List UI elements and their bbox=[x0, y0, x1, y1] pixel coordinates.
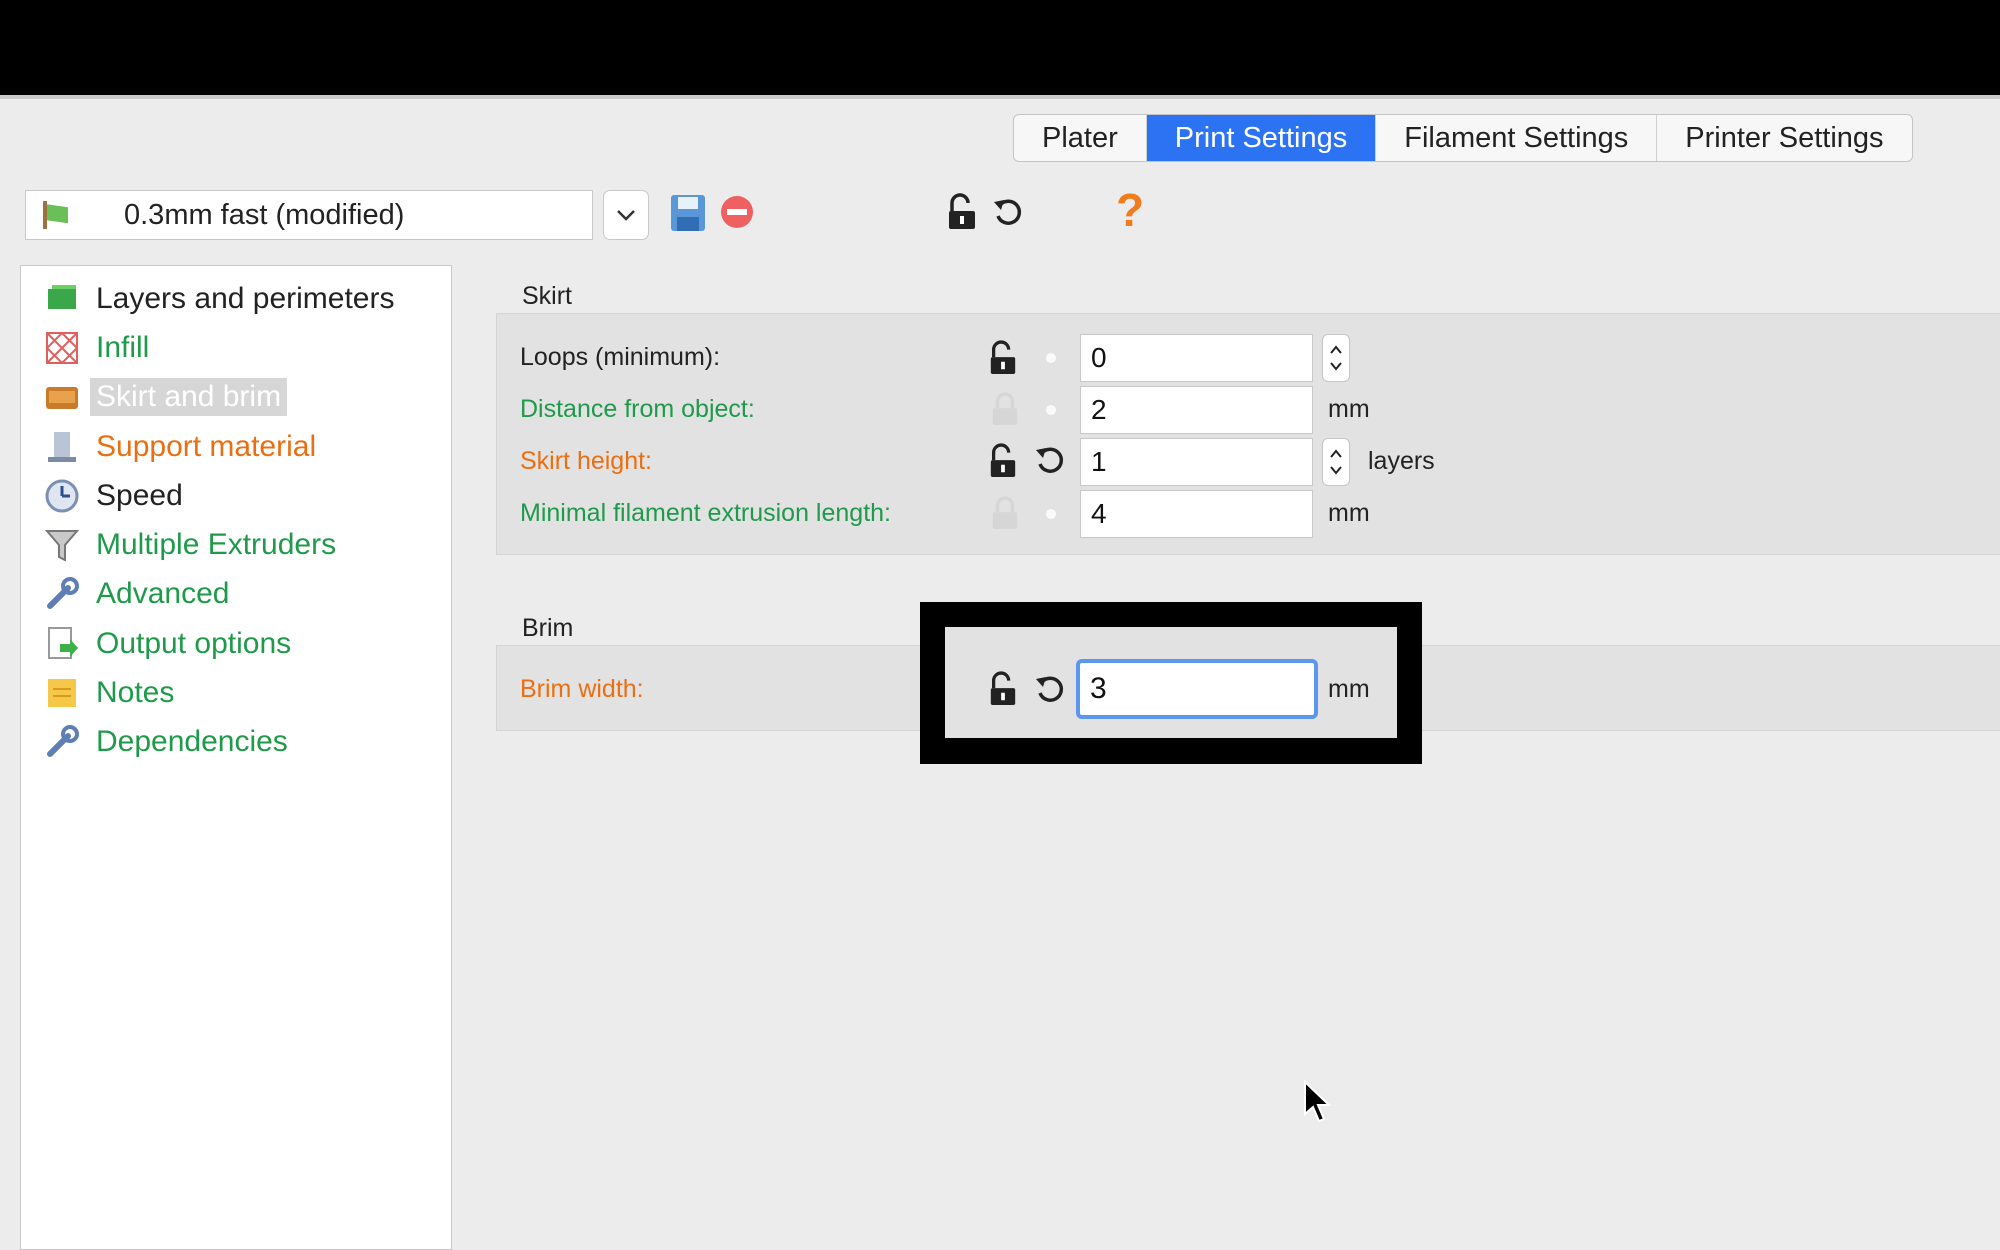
undo-arrow-icon bbox=[994, 199, 1022, 225]
layers-icon bbox=[48, 285, 76, 309]
sidebar-item-infill[interactable]: Infill bbox=[44, 326, 155, 370]
sidebar-item-multiple-extruders[interactable]: Multiple Extruders bbox=[44, 523, 342, 567]
support-icon bbox=[48, 432, 76, 462]
delete-preset-button[interactable] bbox=[718, 193, 756, 231]
infill-icon bbox=[45, 331, 79, 365]
sidebar-item-support-material[interactable]: Support material bbox=[44, 425, 322, 469]
tab-filament-settings[interactable]: Filament Settings bbox=[1376, 115, 1658, 161]
sidebar-item-layers-and-perimeters[interactable]: Layers and perimeters bbox=[44, 277, 400, 321]
unlocked-icon bbox=[990, 671, 1016, 705]
loops-minimum-input[interactable]: 0 bbox=[1080, 334, 1313, 382]
spinner-arrows-icon bbox=[1330, 345, 1342, 371]
output-icon bbox=[48, 627, 78, 659]
minimal-extrusion-length-input[interactable]: 4 bbox=[1080, 490, 1313, 538]
skirt-height-reset-button[interactable] bbox=[1034, 444, 1066, 481]
sidebar-item-label: Layers and perimeters bbox=[96, 282, 395, 315]
undo-arrow-icon bbox=[1036, 447, 1064, 473]
sidebar-item-advanced[interactable]: Advanced bbox=[44, 572, 235, 616]
sidebar-item-label: Support material bbox=[96, 430, 317, 463]
brim-group-title: Brim bbox=[522, 614, 574, 642]
main-tab-bar: Plater Print Settings Filament Settings … bbox=[1013, 114, 1913, 162]
sidebar-item-label: Speed bbox=[96, 479, 183, 512]
extrusion-length-unit: mm bbox=[1328, 499, 1370, 527]
window-top-edge bbox=[0, 95, 2000, 99]
sidebar-item-label: Advanced bbox=[96, 577, 230, 610]
sidebar-item-label: Dependencies bbox=[96, 725, 288, 758]
speed-icon bbox=[45, 479, 79, 513]
loops-spinner[interactable] bbox=[1322, 334, 1350, 382]
sidebar-item-dependencies[interactable]: Dependencies bbox=[44, 720, 294, 764]
tab-printer-settings[interactable]: Printer Settings bbox=[1657, 115, 1911, 161]
preset-name: 0.3mm fast (modified) bbox=[124, 198, 405, 231]
loops-lock-button[interactable] bbox=[988, 340, 1018, 381]
notes-icon bbox=[48, 679, 76, 707]
wrench-icon bbox=[47, 725, 79, 757]
skirt-height-unit: layers bbox=[1368, 447, 1435, 475]
skirt-group-title: Skirt bbox=[522, 282, 572, 310]
brim-width-reset-button[interactable] bbox=[1034, 673, 1066, 710]
brim-width-input[interactable]: 3 bbox=[1076, 659, 1318, 719]
sidebar-item-label: Multiple Extruders bbox=[96, 528, 337, 561]
brim-width-lock-button[interactable] bbox=[988, 671, 1018, 712]
brim-width-unit: mm bbox=[1328, 675, 1370, 703]
reset-values-button[interactable] bbox=[990, 194, 1026, 230]
save-preset-button[interactable] bbox=[668, 191, 708, 235]
skirt-height-lock-button[interactable] bbox=[988, 443, 1018, 484]
undo-arrow-icon bbox=[1036, 676, 1064, 702]
distance-from-object-label: Distance from object: bbox=[520, 395, 755, 423]
chevron-down-icon bbox=[617, 210, 635, 221]
preset-select[interactable]: 0.3mm fast (modified) bbox=[25, 190, 593, 240]
wrench-icon bbox=[47, 577, 79, 609]
sidebar-item-speed[interactable]: Speed bbox=[44, 474, 189, 518]
loops-minimum-label: Loops (minimum): bbox=[520, 343, 721, 371]
tab-print-settings[interactable]: Print Settings bbox=[1146, 115, 1377, 161]
unlocked-icon bbox=[949, 193, 975, 229]
skirt-height-input[interactable]: 1 bbox=[1080, 438, 1313, 486]
preset-dropdown-button[interactable] bbox=[603, 190, 649, 240]
unlocked-icon bbox=[990, 340, 1016, 374]
spinner-arrows-icon bbox=[1330, 449, 1342, 475]
distance-lock-button[interactable] bbox=[990, 391, 1020, 432]
brim-width-label: Brim width: bbox=[520, 675, 644, 703]
sidebar-item-label: Output options bbox=[96, 627, 292, 660]
distance-value-dot bbox=[1046, 405, 1056, 415]
distance-from-object-input[interactable]: 2 bbox=[1080, 386, 1313, 434]
mouse-pointer-icon bbox=[1304, 1080, 1332, 1123]
sidebar-item-label: Infill bbox=[96, 331, 150, 364]
skirt-height-label: Skirt height: bbox=[520, 447, 653, 475]
save-icon bbox=[671, 195, 705, 231]
skirt-height-spinner[interactable] bbox=[1322, 438, 1350, 486]
tab-plater[interactable]: Plater bbox=[1014, 115, 1147, 161]
sidebar-item-label: Notes bbox=[96, 676, 175, 709]
extrusion-length-lock-button[interactable] bbox=[990, 495, 1020, 536]
system-values-lock-button[interactable] bbox=[944, 192, 980, 232]
minimal-extrusion-length-label: Minimal filament extrusion length: bbox=[520, 499, 891, 527]
delete-icon bbox=[721, 196, 753, 228]
sidebar-item-skirt-and-brim[interactable]: Skirt and brim bbox=[44, 375, 288, 419]
sidebar-item-notes[interactable]: Notes bbox=[44, 671, 180, 715]
distance-unit: mm bbox=[1328, 395, 1370, 423]
sidebar-item-output-options[interactable]: Output options bbox=[44, 622, 297, 666]
unlocked-icon bbox=[990, 443, 1016, 477]
help-question-icon[interactable]: ? bbox=[1112, 184, 1148, 236]
locked-icon bbox=[992, 392, 1018, 425]
extrusion-length-value-dot bbox=[1046, 509, 1056, 519]
locked-icon bbox=[992, 496, 1018, 529]
sidebar-item-label: Skirt and brim bbox=[90, 378, 288, 416]
loops-value-dot bbox=[1046, 353, 1056, 363]
skirt-brim-icon bbox=[46, 387, 78, 409]
funnel-icon bbox=[44, 530, 80, 562]
system-preset-flag-icon bbox=[43, 201, 68, 229]
